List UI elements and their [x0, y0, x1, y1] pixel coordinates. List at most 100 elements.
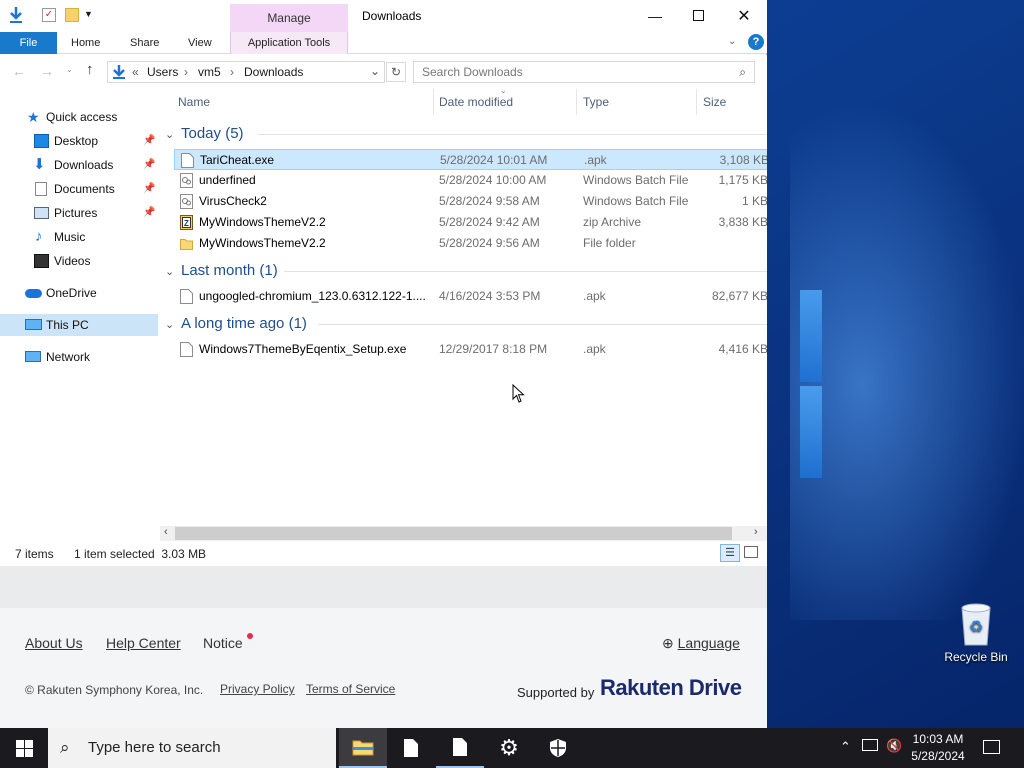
refresh-icon[interactable]: ↻: [386, 62, 406, 82]
group-header-long-time-ago[interactable]: ⌄ A long time ago (1): [165, 315, 307, 332]
expand-ribbon-icon[interactable]: ⌄: [728, 36, 736, 47]
notice-link[interactable]: Notice: [203, 635, 243, 651]
file-row[interactable]: Z MyWindowsThemeV2.2 5/28/2024 9:42 AM zip …: [174, 212, 767, 233]
quick-access-toolbar-icon[interactable]: [8, 6, 24, 27]
nav-pictures[interactable]: Pictures 📌: [0, 202, 158, 224]
group-label: Today (5): [181, 125, 244, 142]
nav-music[interactable]: ♪ Music: [0, 226, 158, 248]
group-divider: [284, 271, 767, 272]
notification-center-icon[interactable]: [983, 740, 1000, 754]
column-header-size[interactable]: Size: [703, 95, 726, 109]
taskbar-security[interactable]: [534, 728, 582, 768]
horizontal-scrollbar[interactable]: ‹ ›: [160, 526, 767, 541]
nav-label: Pictures: [54, 206, 98, 220]
file-type: zip Archive: [583, 215, 642, 229]
scrollbar-thumb[interactable]: [175, 527, 732, 540]
nav-downloads[interactable]: ⬇ Downloads 📌: [0, 154, 158, 176]
column-header-name[interactable]: Name: [178, 95, 210, 109]
new-folder-icon[interactable]: [65, 8, 79, 22]
help-icon[interactable]: ?: [748, 34, 764, 50]
nav-videos[interactable]: Videos: [0, 250, 158, 272]
file-type: .apk: [583, 342, 606, 356]
pin-icon: 📌: [143, 183, 156, 194]
column-header-date[interactable]: Date modified: [439, 95, 513, 109]
customize-toolbar-icon[interactable]: ▼: [84, 9, 93, 19]
file-date: 5/28/2024 9:58 AM: [439, 194, 540, 208]
group-header-today[interactable]: ⌄ Today (5): [165, 125, 244, 142]
nav-desktop[interactable]: Desktop 📌: [0, 130, 158, 152]
file-row[interactable]: TariCheat.exe 5/28/2024 10:01 AM .apk 3,108…: [174, 149, 767, 170]
details-view-icon[interactable]: ☰: [720, 544, 740, 562]
file-date: 5/28/2024 9:56 AM: [439, 236, 540, 250]
address-bar[interactable]: « Users › vm5 › Downloads ⌄: [107, 61, 385, 83]
help-center-link[interactable]: Help Center: [106, 635, 181, 651]
minimize-button[interactable]: —: [632, 0, 678, 31]
show-hidden-icons-icon[interactable]: ⌃: [840, 739, 851, 755]
taskbar-search-input[interactable]: ⌕ Type here to search: [48, 728, 336, 768]
file-size: 3,108 KB: [719, 153, 767, 167]
batch-file-icon: [180, 194, 193, 209]
file-type: Windows Batch File: [583, 173, 689, 187]
column-header-type[interactable]: Type: [583, 95, 609, 109]
close-button[interactable]: ✕: [721, 0, 767, 31]
address-dropdown-icon[interactable]: ⌄: [370, 64, 380, 78]
nav-network[interactable]: Network: [0, 346, 158, 368]
file-date: 12/29/2017 8:18 PM: [439, 342, 548, 356]
nav-quick-access[interactable]: ★ Quick access: [0, 106, 158, 128]
taskbar-document-app-2[interactable]: [436, 728, 484, 768]
tab-share[interactable]: Share: [130, 32, 159, 54]
svg-text:♻: ♻: [969, 619, 983, 636]
document-icon: [453, 738, 467, 756]
nav-documents[interactable]: Documents 📌: [0, 178, 158, 200]
file-type: .apk: [584, 153, 607, 167]
nav-this-pc[interactable]: This PC: [0, 314, 158, 336]
start-button[interactable]: [0, 728, 48, 768]
selection-info: 1 item selected 3.03 MB: [74, 547, 207, 561]
nav-onedrive[interactable]: OneDrive: [0, 282, 158, 304]
file-row[interactable]: VirusCheck2 5/28/2024 9:58 AM Windows Batc…: [174, 191, 767, 212]
terms-of-service-link[interactable]: Terms of Service: [306, 682, 395, 696]
file-row[interactable]: underfined 5/28/2024 10:00 AM Windows Batc…: [174, 170, 767, 191]
taskbar-document-app[interactable]: [387, 728, 435, 768]
file-row[interactable]: MyWindowsThemeV2.2 5/28/2024 9:56 AM File …: [174, 233, 767, 254]
file-row[interactable]: ungoogled-chromium_123.0.6312.122-1.... 4…: [174, 286, 767, 307]
tab-application-tools-label: Application Tools: [247, 37, 331, 49]
nav-label: Desktop: [54, 134, 99, 148]
sort-indicator-icon: ⌄: [500, 89, 507, 95]
zip-archive-icon: Z: [180, 215, 193, 230]
nav-label: This PC: [46, 318, 89, 332]
tab-home[interactable]: Home: [71, 32, 100, 54]
breadcrumb-users[interactable]: Users: [147, 65, 178, 79]
breadcrumb-vm5[interactable]: vm5: [198, 65, 221, 79]
tab-file[interactable]: File: [0, 32, 57, 54]
taskbar-settings[interactable]: ⚙: [485, 728, 533, 768]
file-explorer-icon: [352, 740, 374, 756]
notice-badge: [247, 633, 253, 639]
properties-icon[interactable]: ✓: [42, 8, 56, 22]
up-icon[interactable]: ↑: [86, 61, 94, 78]
system-clock[interactable]: 10:03 AM 5/28/2024: [905, 731, 971, 765]
search-input[interactable]: Search Downloads ⌕: [413, 61, 755, 83]
nav-label: OneDrive: [46, 286, 97, 300]
recent-locations-icon[interactable]: ⌄: [66, 65, 73, 74]
recycle-bin-desktop-icon[interactable]: ♻ Recycle Bin: [938, 600, 1014, 664]
volume-muted-icon[interactable]: 🔇: [886, 738, 902, 754]
forward-icon[interactable]: →: [40, 63, 54, 79]
back-icon[interactable]: ←: [12, 63, 26, 79]
tab-application-tools[interactable]: Application Tools: [230, 32, 348, 54]
file-row[interactable]: Windows7ThemeByEqentix_Setup.exe 12/29/20…: [174, 339, 767, 360]
privacy-policy-link[interactable]: Privacy Policy: [220, 682, 295, 696]
about-us-link[interactable]: About Us: [25, 635, 83, 651]
breadcrumb-downloads[interactable]: Downloads: [244, 65, 303, 79]
network-status-icon[interactable]: [862, 739, 878, 751]
onedrive-icon: [25, 289, 42, 298]
maximize-button[interactable]: [675, 0, 721, 31]
scroll-right-icon[interactable]: ›: [754, 526, 758, 538]
tab-view[interactable]: View: [188, 32, 212, 54]
group-divider: [318, 324, 767, 325]
language-selector[interactable]: ⊕ Language: [662, 635, 740, 652]
group-header-last-month[interactable]: ⌄ Last month (1): [165, 262, 278, 279]
taskbar-file-explorer[interactable]: [339, 728, 387, 768]
scroll-left-icon[interactable]: ‹: [164, 526, 168, 538]
large-icons-view-icon[interactable]: [744, 546, 758, 558]
